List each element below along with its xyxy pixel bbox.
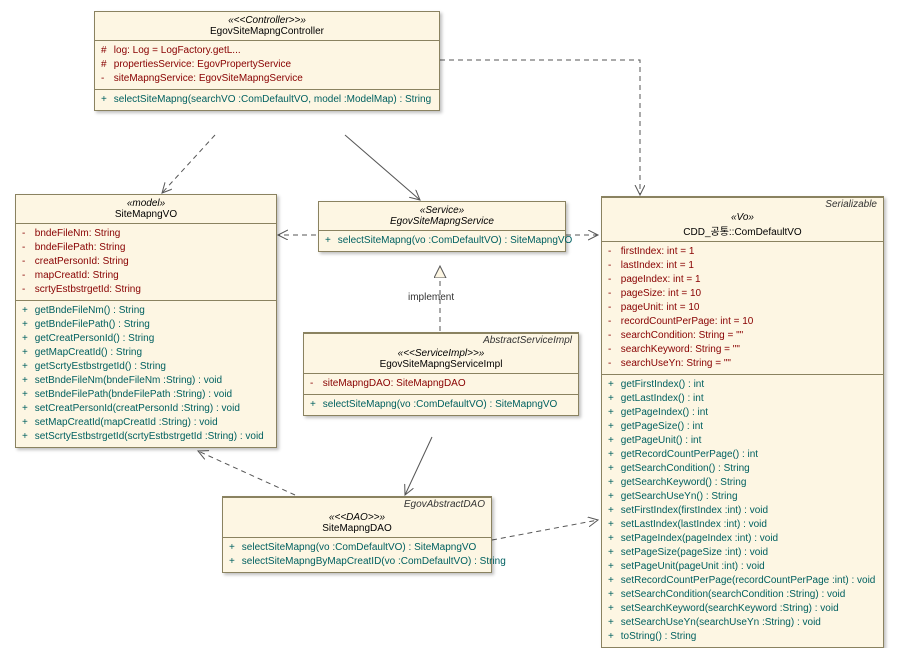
- stereo: «model»: [22, 198, 270, 209]
- operation-row: + setBndeFileNm(bndeFileNm :String) : vo…: [22, 374, 270, 388]
- stereo: «<<ServiceImpl>>»: [310, 348, 572, 359]
- operation-row: + getFirstIndex() : int: [608, 378, 877, 392]
- class-name: SiteMapngVO: [22, 209, 270, 220]
- attribute-row: - bndeFilePath: String: [22, 241, 270, 255]
- attribute-row: - bndeFileNm: String: [22, 227, 270, 241]
- corner-label: AbstractServiceImpl: [483, 335, 572, 346]
- operation-row: + selectSiteMapng(searchVO :ComDefaultVO…: [101, 93, 433, 107]
- operation-row: + setFirstIndex(firstIndex :int) : void: [608, 504, 877, 518]
- attribute-row: - searchCondition: String = "": [608, 329, 877, 343]
- stereo: «<<DAO>>»: [229, 512, 485, 523]
- class-controller: «<<Controller>>» EgovSiteMapngController…: [94, 11, 440, 111]
- class-name: EgovSiteMapngController: [101, 26, 433, 37]
- attribute-row: - pageIndex: int = 1: [608, 273, 877, 287]
- operation-row: + getRecordCountPerPage() : int: [608, 448, 877, 462]
- operation-row: + setSearchUseYn(searchUseYn :String) : …: [608, 616, 877, 630]
- corner-label: EgovAbstractDAO: [404, 499, 485, 510]
- class-name: EgovSiteMapngServiceImpl: [310, 359, 572, 370]
- operation-row: + setCreatPersonId(creatPersonId :String…: [22, 402, 270, 416]
- operation-row: + getPageUnit() : int: [608, 434, 877, 448]
- attribute-row: # log: Log = LogFactory.getL...: [101, 44, 433, 58]
- operation-row: + setSearchKeyword(searchKeyword :String…: [608, 602, 877, 616]
- operation-row: + setRecordCountPerPage(recordCountPerPa…: [608, 574, 877, 588]
- class-name: SiteMapngDAO: [229, 523, 485, 534]
- operation-row: + getSearchUseYn() : String: [608, 490, 877, 504]
- attribute-row: - searchUseYn: String = "": [608, 357, 877, 371]
- attribute-row: - recordCountPerPage: int = 10: [608, 315, 877, 329]
- operation-row: + selectSiteMapng(vo :ComDefaultVO) : Si…: [229, 541, 485, 555]
- operation-row: + setPageSize(pageSize :int) : void: [608, 546, 877, 560]
- attribute-row: - pageSize: int = 10: [608, 287, 877, 301]
- operation-row: + getMapCreatId() : String: [22, 346, 270, 360]
- operation-row: + getSearchKeyword() : String: [608, 476, 877, 490]
- attribute-row: # propertiesService: EgovPropertyService: [101, 58, 433, 72]
- attribute-row: - scrtyEstbstrgetId: String: [22, 283, 270, 297]
- operation-row: + getCreatPersonId() : String: [22, 332, 270, 346]
- class-sitemapngvo: «model» SiteMapngVO - bndeFileNm: String…: [15, 194, 277, 448]
- implement-label: implement: [408, 292, 454, 303]
- operation-row: + toString() : String: [608, 630, 877, 644]
- attribute-row: - mapCreatId: String: [22, 269, 270, 283]
- operation-row: + setPageUnit(pageUnit :int) : void: [608, 560, 877, 574]
- attribute-row: - creatPersonId: String: [22, 255, 270, 269]
- stereo: «<<Controller>>»: [101, 15, 433, 26]
- attribute-row: - siteMapngService: EgovSiteMapngService: [101, 72, 433, 86]
- class-serviceimpl: AbstractServiceImpl «<<ServiceImpl>>» Eg…: [303, 332, 579, 416]
- class-name: EgovSiteMapngService: [325, 216, 559, 227]
- operation-row: + getBndeFilePath() : String: [22, 318, 270, 332]
- operation-row: + selectSiteMapngByMapCreatID(vo :ComDef…: [229, 555, 485, 569]
- operation-row: + getBndeFileNm() : String: [22, 304, 270, 318]
- class-dao: EgovAbstractDAO «<<DAO>>» SiteMapngDAO +…: [222, 496, 492, 573]
- operation-row: + setMapCreatId(mapCreatId :String) : vo…: [22, 416, 270, 430]
- corner-label: Serializable: [825, 199, 877, 210]
- attribute-row: - pageUnit: int = 10: [608, 301, 877, 315]
- operation-row: + setBndeFilePath(bndeFilePath :String) …: [22, 388, 270, 402]
- operation-row: + getLastIndex() : int: [608, 392, 877, 406]
- operation-row: + setPageIndex(pageIndex :int) : void: [608, 532, 877, 546]
- operation-row: + getSearchCondition() : String: [608, 462, 877, 476]
- class-name: CDD_공통::ComDefaultVO: [608, 223, 877, 238]
- class-service: «Service» EgovSiteMapngService + selectS…: [318, 201, 566, 252]
- operation-row: + selectSiteMapng(vo :ComDefaultVO) : Si…: [325, 234, 559, 248]
- operation-row: + setSearchCondition(searchCondition :St…: [608, 588, 877, 602]
- attribute-row: - firstIndex: int = 1: [608, 245, 877, 259]
- operation-row: + setScrtyEstbstrgetId(scrtyEstbstrgetId…: [22, 430, 270, 444]
- operation-row: + getPageIndex() : int: [608, 406, 877, 420]
- operation-row: + getPageSize() : int: [608, 420, 877, 434]
- stereo: «Vo»: [608, 212, 877, 223]
- attribute-row: - siteMapngDAO: SiteMapngDAO: [310, 377, 572, 391]
- attribute-row: - lastIndex: int = 1: [608, 259, 877, 273]
- operation-row: + setLastIndex(lastIndex :int) : void: [608, 518, 877, 532]
- operation-row: + getScrtyEstbstrgetId() : String: [22, 360, 270, 374]
- operation-row: + selectSiteMapng(vo :ComDefaultVO) : Si…: [310, 398, 572, 412]
- attribute-row: - searchKeyword: String = "": [608, 343, 877, 357]
- class-comdefaultvo: Serializable «Vo» CDD_공통::ComDefaultVO -…: [601, 196, 884, 648]
- stereo: «Service»: [325, 205, 559, 216]
